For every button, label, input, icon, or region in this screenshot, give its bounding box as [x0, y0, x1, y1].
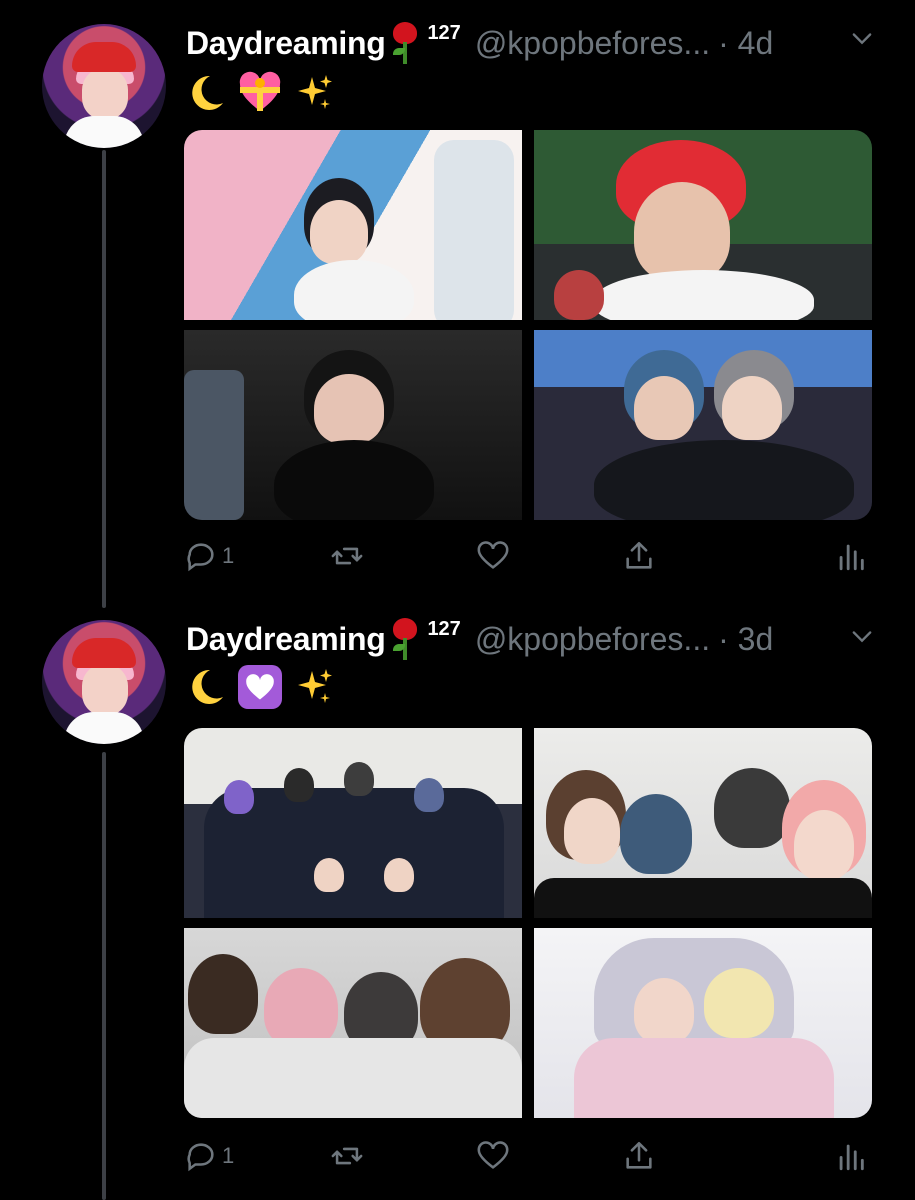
chevron-down-icon[interactable] [848, 24, 876, 52]
tweet[interactable]: Daydreaming 127 @kpopbefores... · 3d 1 [0, 598, 915, 1200]
like-button[interactable] [476, 1134, 510, 1178]
analytics-icon [839, 544, 864, 571]
rose-icon [389, 22, 421, 64]
share-icon [626, 541, 652, 569]
media-photo[interactable] [534, 130, 872, 320]
retweet-icon [331, 547, 363, 565]
handle[interactable]: @kpopbefores... [475, 621, 710, 658]
tweet-actions: 1 [184, 534, 874, 578]
tweet-text [186, 70, 334, 116]
heart-icon [477, 541, 509, 569]
chevron-down-icon[interactable] [848, 622, 876, 650]
analytics-icon [839, 1144, 864, 1171]
heart-icon [477, 1141, 509, 1169]
reply-count: 1 [222, 1143, 235, 1168]
avatar[interactable] [42, 24, 166, 148]
avatar[interactable] [42, 620, 166, 744]
media-photo[interactable] [534, 330, 872, 520]
analytics-button[interactable] [834, 1134, 868, 1178]
reply-count: 1 [222, 543, 235, 568]
tweet-actions: 1 [184, 1134, 874, 1178]
retweet-button[interactable] [330, 1134, 364, 1178]
retweet-icon [331, 1147, 363, 1165]
reply-icon [187, 543, 214, 572]
reply-icon [187, 1143, 214, 1172]
media-photo[interactable] [534, 928, 872, 1118]
crescent-moon-icon [192, 75, 223, 110]
rose-icon [389, 618, 421, 660]
reply-button[interactable]: 1 [184, 1134, 234, 1178]
media-grid [184, 130, 872, 520]
handle[interactable]: @kpopbefores... [475, 25, 710, 62]
sparkles-icon [298, 669, 332, 703]
analytics-button[interactable] [834, 534, 868, 578]
share-icon [626, 1141, 652, 1169]
purple-heart-icon [238, 665, 282, 709]
heart-with-ribbon-icon [239, 71, 281, 111]
display-name[interactable]: Daydreaming [186, 621, 386, 658]
name-badge-number: 127 [427, 21, 461, 44]
sparkles-icon [298, 75, 332, 109]
media-photo[interactable] [184, 130, 522, 320]
tweet-header: Daydreaming 127 @kpopbefores... · 3d [186, 614, 773, 664]
timestamp[interactable]: · 3d [718, 621, 773, 658]
share-button[interactable] [622, 1134, 656, 1178]
tweet[interactable]: Daydreaming 127 @kpopbefores... · 4d 1 [0, 0, 915, 600]
timestamp[interactable]: · 4d [718, 25, 773, 62]
media-grid [184, 728, 872, 1118]
reply-button[interactable]: 1 [184, 534, 234, 578]
media-photo[interactable] [534, 728, 872, 918]
media-photo[interactable] [184, 928, 522, 1118]
name-badge-number: 127 [427, 617, 461, 640]
like-button[interactable] [476, 534, 510, 578]
retweet-button[interactable] [330, 534, 364, 578]
media-photo[interactable] [184, 330, 522, 520]
share-button[interactable] [622, 534, 656, 578]
media-photo[interactable] [184, 728, 522, 918]
tweet-text [186, 664, 334, 710]
display-name[interactable]: Daydreaming [186, 25, 386, 62]
tweet-header: Daydreaming 127 @kpopbefores... · 4d [186, 18, 773, 68]
crescent-moon-icon [192, 669, 223, 704]
